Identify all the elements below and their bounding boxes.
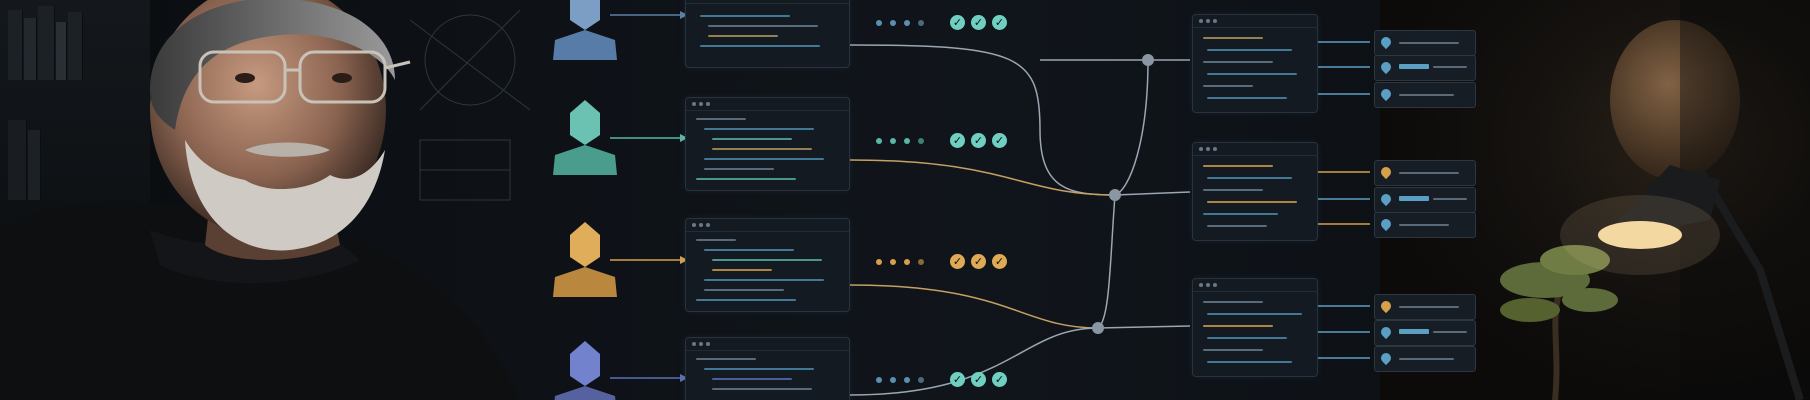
low-poly-bust-icon [554,341,616,400]
result-panel [1192,14,1318,113]
pin-icon [1378,164,1394,180]
low-poly-bust-icon [553,100,617,175]
output-card [1374,160,1476,186]
panel-titlebar [1193,279,1317,292]
check-icon: ✓ [950,15,965,30]
pin-icon [1378,298,1394,314]
output-card [1374,82,1476,108]
check-icon: ✓ [992,133,1007,148]
pin-icon [1378,191,1394,207]
check-icon: ✓ [971,372,986,387]
output-card [1374,187,1476,213]
illustration-canvas: ✓ ✓ ✓ ✓ ✓ ✓ ✓ ✓ ✓ ✓ ✓ ✓ [0,0,1810,400]
code-panel [685,337,850,400]
check-icon: ✓ [971,15,986,30]
check-icon: ✓ [971,133,986,148]
panel-titlebar [1193,143,1317,156]
pin-icon [1378,324,1394,340]
check-icon: ✓ [950,254,965,269]
panel-titlebar [1193,15,1317,28]
output-card [1374,320,1476,346]
code-panel [685,0,850,68]
low-poly-bust-icon [553,0,617,60]
output-card [1374,212,1476,238]
panel-titlebar [686,98,849,111]
check-icon: ✓ [950,133,965,148]
check-icon: ✓ [992,372,1007,387]
desk-decor [1500,165,1804,400]
merge-node [1092,322,1104,334]
check-icon: ✓ [950,372,965,387]
check-icon: ✓ [992,254,1007,269]
pin-icon [1378,59,1394,75]
output-card [1374,30,1476,56]
merge-node [1109,189,1121,201]
check-icon: ✓ [971,254,986,269]
code-panel [685,218,850,312]
output-card [1374,294,1476,320]
pin-icon [1378,34,1394,50]
pin-icon [1378,216,1394,232]
panel-titlebar [686,219,849,232]
result-panel [1192,278,1318,377]
panel-titlebar [686,338,849,351]
output-card [1374,346,1476,372]
result-panel [1192,142,1318,241]
panel-titlebar [686,0,849,4]
pin-icon [1378,86,1394,102]
check-icon: ✓ [992,15,1007,30]
desk-lamp-icon [1560,165,1804,400]
output-card [1374,55,1476,81]
low-poly-bust-icon [553,222,617,297]
merge-node [1142,54,1154,66]
pin-icon [1378,350,1394,366]
code-panel [685,97,850,191]
